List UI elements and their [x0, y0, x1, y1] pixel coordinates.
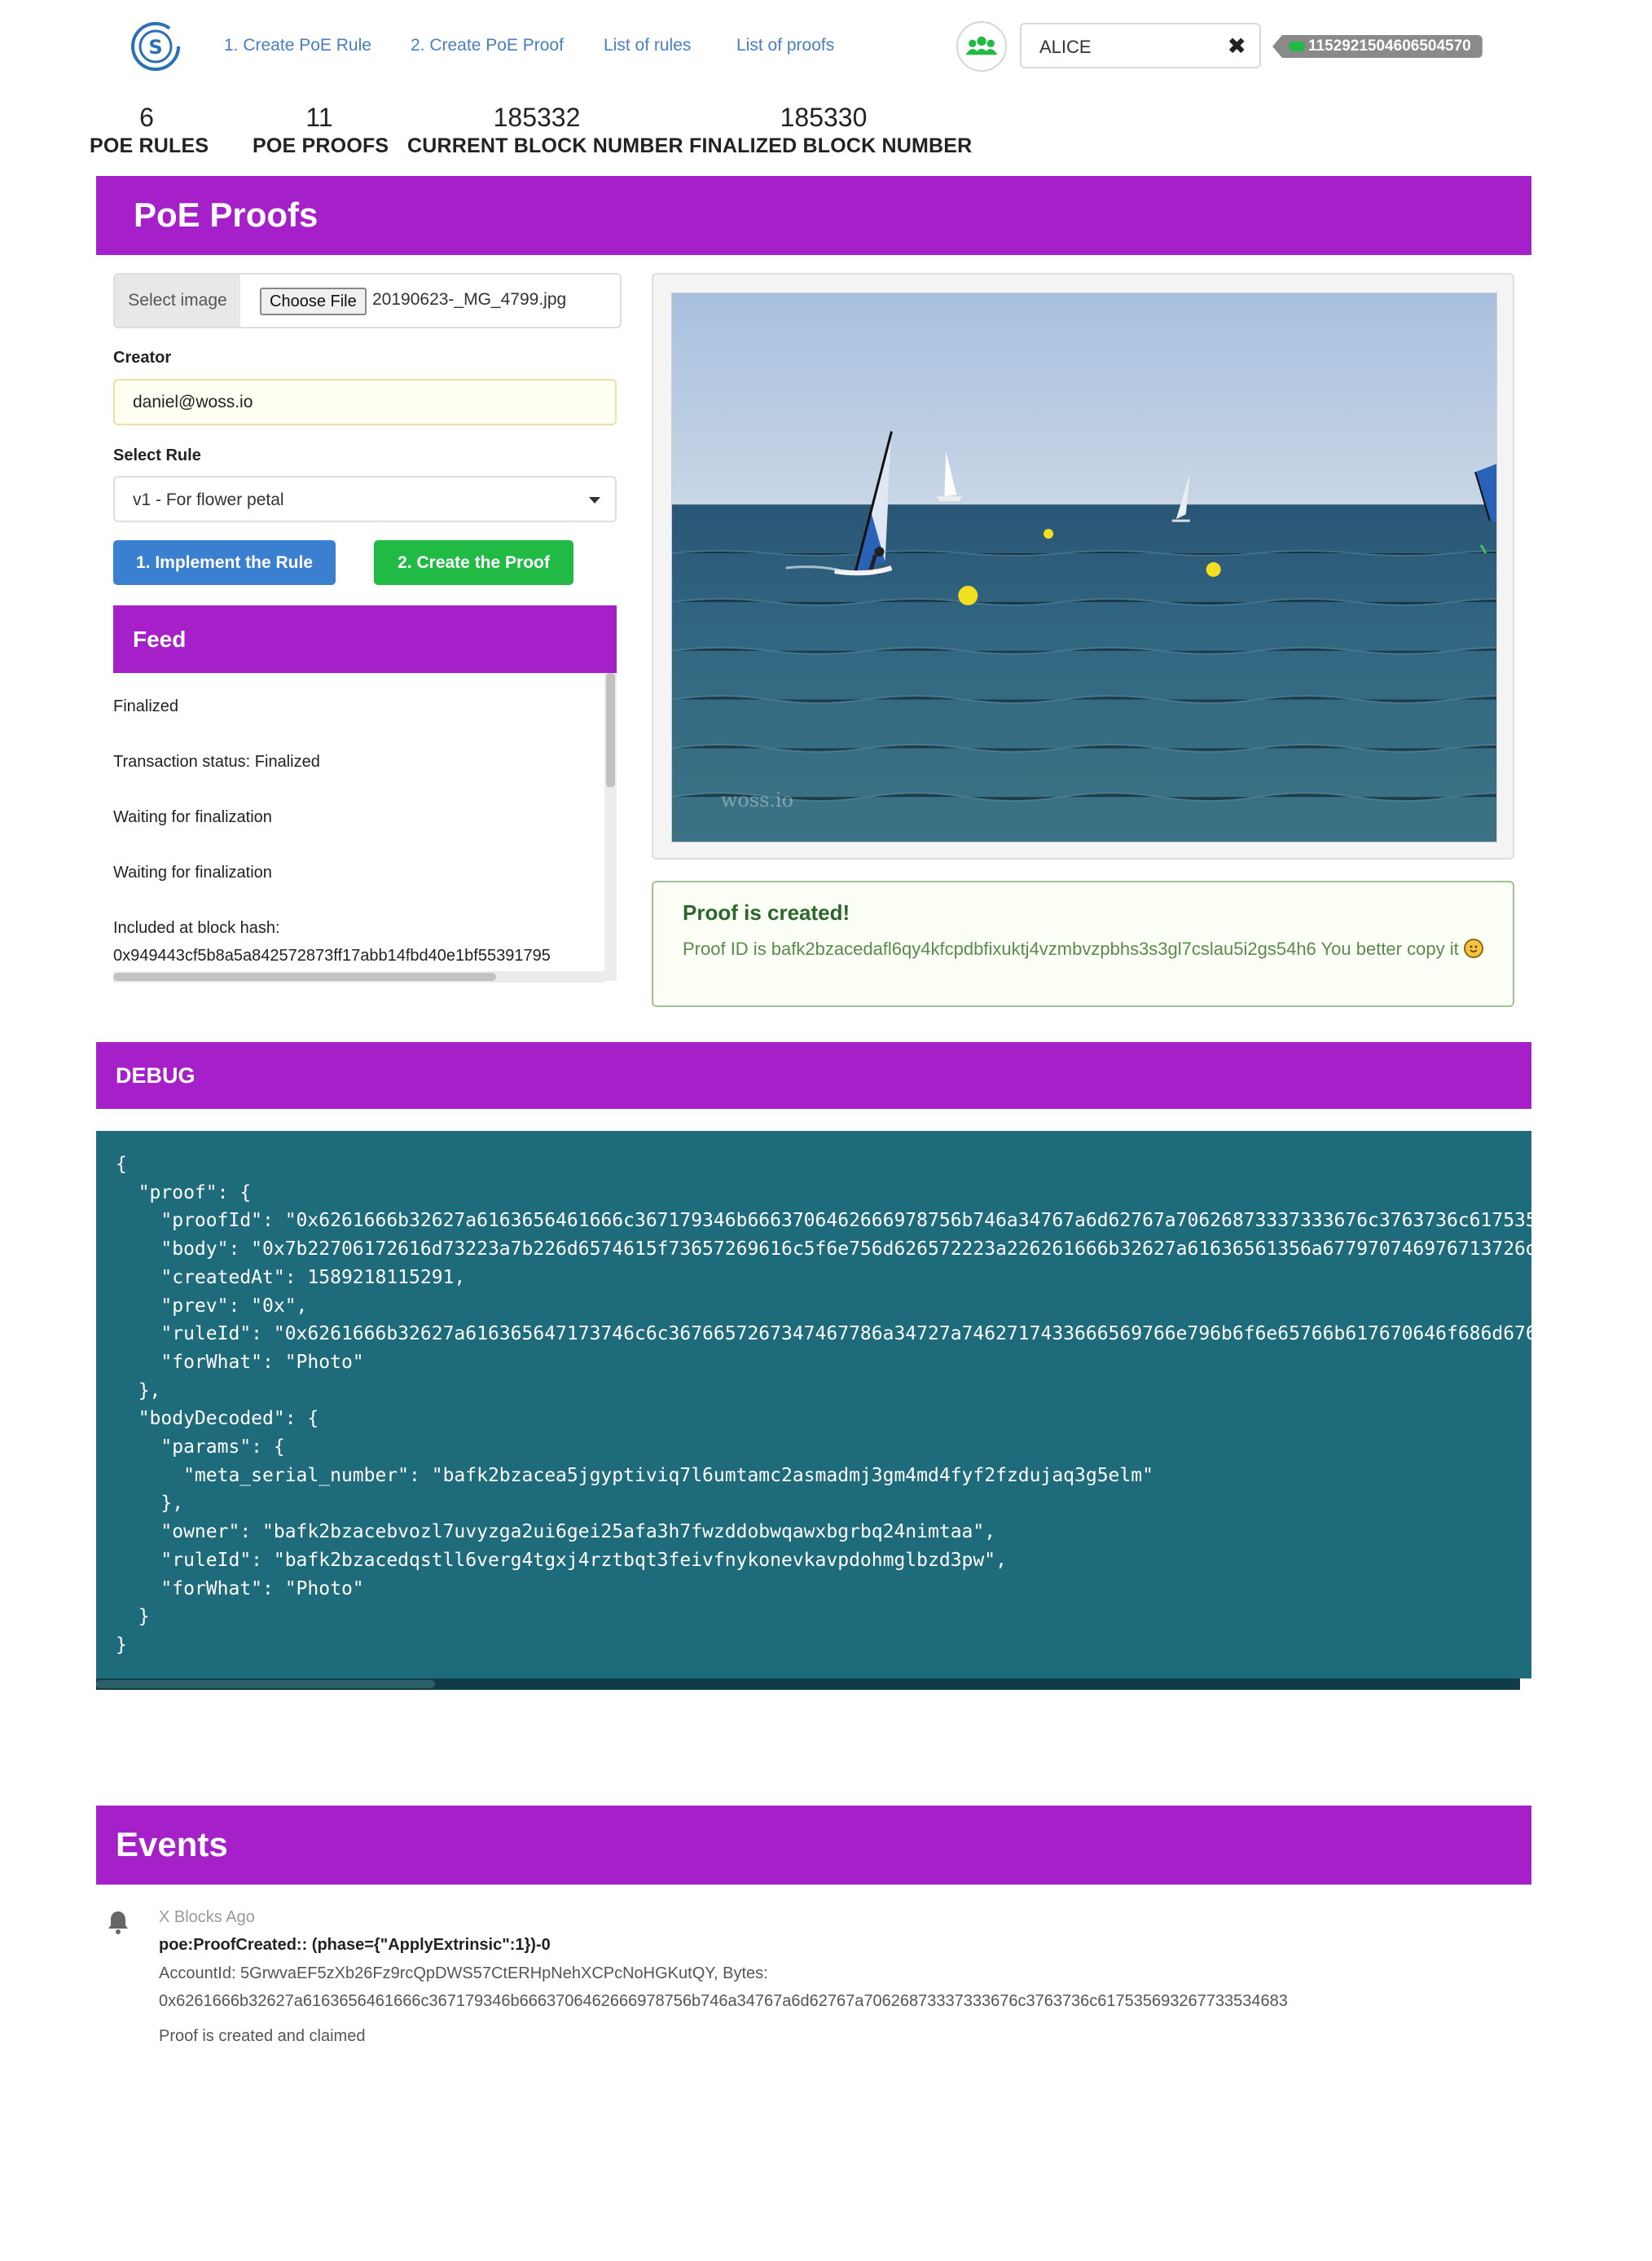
event-name: poe:ProofCreated:: (phase={"ApplyExtrins…: [159, 1936, 551, 1954]
debug-json: { "proof": { "proofId": "0x6261666b32627…: [116, 1154, 1531, 1656]
rule-label: Select Rule: [113, 446, 201, 464]
stat-current-block: 185332 CURRENT BLOCK NUMBER: [407, 101, 683, 158]
windsurf-photo: woss.io: [671, 293, 1497, 842]
stat-value: 11: [305, 103, 333, 132]
rule-value: v1 - For flower petal: [133, 490, 284, 509]
clear-icon[interactable]: ✖: [1228, 33, 1246, 59]
feed-item: 0x949443cf5b8a5a842572873ff17abb14fbd40e…: [113, 947, 551, 965]
events-header: Events: [96, 1806, 1531, 1885]
creator-label: Creator: [113, 349, 172, 367]
smile-icon: [1463, 939, 1483, 958]
stat-label: CURRENT BLOCK NUMBER: [407, 134, 683, 157]
feed-item: Transaction status: Finalized: [113, 753, 320, 771]
event-description: Proof is created and claimed: [159, 2027, 366, 2045]
implement-rule-button[interactable]: 1. Implement the Rule: [113, 540, 336, 585]
debug-header: DEBUG: [96, 1042, 1531, 1109]
logo-icon[interactable]: S: [130, 21, 181, 72]
message-text: Proof ID is bafk2bzacedafl6qy4kfcpdbfixu…: [683, 939, 1459, 959]
svg-text:S: S: [148, 36, 162, 59]
balance-status-icon: [1289, 42, 1305, 51]
proofs-header: PoE Proofs: [96, 176, 1531, 255]
message-body: Proof ID is bafk2bzacedafl6qy4kfcpdbfixu…: [683, 935, 1489, 964]
feed-vertical-scrollbar[interactable]: [604, 673, 617, 981]
page-title: PoE Proofs: [134, 196, 319, 234]
stat-label: POE RULES: [90, 134, 209, 157]
top-navigation: S 1. Create PoE Rule 2. Create PoE Proof…: [0, 0, 1652, 94]
stat-poe-rules: 6 POE RULES: [90, 101, 209, 158]
debug-horizontal-scrollbar[interactable]: [96, 1678, 1520, 1690]
nav-create-rule[interactable]: 1. Create PoE Rule: [224, 36, 371, 55]
events-title: Events: [116, 1825, 228, 1863]
debug-json-panel[interactable]: { "proof": { "proofId": "0x6261666b32627…: [96, 1131, 1531, 1678]
feed-item: Waiting for finalization: [113, 864, 272, 882]
select-image-label: Select image: [115, 275, 240, 327]
creator-value: daniel@woss.io: [133, 393, 253, 411]
feed-title: Feed: [133, 627, 187, 652]
photo-watermark: woss.io: [721, 789, 793, 812]
event-detail: 0x6261666b32627a6163656461666c367179346b…: [159, 1992, 1288, 2010]
scrollbar-thumb[interactable]: [113, 973, 496, 981]
nav-create-proof[interactable]: 2. Create PoE Proof: [411, 36, 564, 55]
nav-list-rules[interactable]: List of rules: [604, 36, 691, 55]
feed-horizontal-scrollbar[interactable]: [113, 971, 604, 983]
stat-label: FINALIZED BLOCK NUMBER: [689, 134, 973, 157]
feed-item: Included at block hash:: [113, 919, 280, 937]
stat-value: 185330: [780, 103, 868, 132]
feed-item: Finalized: [113, 697, 179, 715]
balance-value: 1152921504606504570: [1308, 37, 1471, 55]
feed-list[interactable]: Finalized Transaction status: Finalized …: [113, 673, 617, 981]
creator-field[interactable]: daniel@woss.io: [113, 379, 617, 425]
account-name: ALICE: [1039, 37, 1092, 57]
users-icon[interactable]: [956, 21, 1007, 72]
account-dropdown[interactable]: ALICE ✖: [1020, 23, 1261, 68]
event-time: X Blocks Ago: [159, 1908, 255, 1926]
image-preview-card: woss.io: [652, 273, 1514, 860]
create-proof-button[interactable]: 2. Create the Proof: [374, 540, 573, 585]
stat-label: POE PROOFS: [253, 134, 389, 157]
success-message: Proof is created! Proof ID is bafk2bzace…: [652, 881, 1514, 1007]
feed-header: Feed: [113, 605, 617, 673]
message-title: Proof is created!: [683, 900, 850, 925]
bell-icon: [108, 1911, 128, 1934]
choose-file-button[interactable]: Choose File: [260, 288, 367, 315]
nav-list-proofs[interactable]: List of proofs: [736, 36, 834, 55]
stat-value: 6: [139, 103, 154, 132]
stat-finalized-block: 185330 FINALIZED BLOCK NUMBER: [689, 101, 973, 158]
stat-value: 185332: [493, 103, 581, 132]
rule-select[interactable]: v1 - For flower petal: [113, 476, 617, 522]
scrollbar-thumb[interactable]: [96, 1680, 435, 1688]
file-name: 20190623-_MG_4799.jpg: [372, 290, 567, 309]
caret-down-icon: [589, 497, 600, 504]
debug-title: DEBUG: [116, 1063, 196, 1088]
feed-item: Waiting for finalization: [113, 808, 272, 826]
event-detail: AccountId: 5GrwvaEF5zXb26Fz9rcQpDWS57CtE…: [159, 1964, 768, 1982]
scrollbar-thumb[interactable]: [606, 673, 615, 787]
stat-poe-proofs: 11 POE PROOFS: [253, 101, 389, 158]
file-input-group[interactable]: Select image Choose File 20190623-_MG_47…: [113, 273, 622, 328]
balance-badge: 1152921504606504570: [1272, 35, 1483, 58]
